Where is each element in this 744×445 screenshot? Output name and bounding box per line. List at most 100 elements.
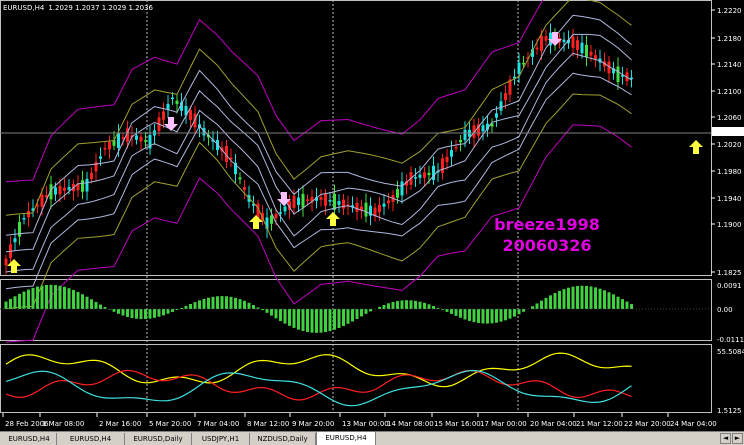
- osc-bar: [283, 309, 287, 324]
- price-axis-label: 1.2020: [717, 141, 742, 149]
- chart-tab[interactable]: NZDUSD,Daily: [250, 433, 316, 445]
- osc-bar: [31, 287, 35, 309]
- candle-body: [544, 36, 548, 41]
- osc-bar: [333, 309, 336, 330]
- osc-bar: [148, 309, 152, 319]
- candle-body: [108, 141, 111, 150]
- osc-bar: [346, 309, 350, 324]
- osc-bar: [612, 294, 615, 309]
- osc-bar: [540, 300, 543, 309]
- candle-body: [319, 197, 323, 200]
- osc-bar: [517, 309, 521, 315]
- indicator-axis-label: 55.5084: [717, 348, 744, 356]
- osc-bar: [117, 309, 120, 314]
- candle-body: [540, 35, 543, 51]
- osc-bar: [463, 309, 467, 320]
- candle-body: [18, 222, 21, 237]
- candle-body: [333, 193, 336, 210]
- osc-bar: [202, 298, 206, 309]
- chart-header: EURUSD,H4 1.2029 1.2037 1.2029 1.2036: [3, 4, 154, 12]
- candle-body: [189, 110, 192, 120]
- osc-bar: [607, 292, 611, 309]
- osc-bar: [252, 305, 255, 309]
- osc-bar: [558, 290, 561, 309]
- osc-bar: [81, 294, 84, 309]
- candle-body: [283, 206, 287, 212]
- osc-bar: [121, 309, 125, 316]
- candle-body: [27, 210, 30, 218]
- tab-scroll-left-button[interactable]: ◄: [720, 433, 731, 444]
- candle-body: [171, 97, 174, 100]
- candle-body: [450, 150, 453, 157]
- time-axis-label: 21 Mar 12:00: [576, 420, 623, 428]
- price-pane[interactable]: [0, 0, 712, 276]
- osc-bar: [400, 300, 404, 309]
- candle-body: [63, 187, 66, 191]
- osc-bar: [4, 301, 8, 309]
- time-axis-label: 24 Mar 04:00: [670, 420, 717, 428]
- osc-bar: [94, 301, 98, 309]
- osc-bar: [54, 285, 57, 309]
- candle-body: [382, 203, 386, 207]
- candle-body: [117, 132, 120, 148]
- band-line: [5, 72, 632, 290]
- chart-tab[interactable]: EURUSD,H4: [57, 433, 125, 445]
- osc-bar: [544, 297, 548, 309]
- osc-bar: [598, 288, 602, 309]
- chart-tab[interactable]: EURUSD,Daily: [125, 433, 192, 445]
- osc-bar: [621, 299, 624, 309]
- band-line: [5, 0, 632, 216]
- osc-bar: [63, 286, 66, 309]
- candle-body: [387, 200, 390, 204]
- band-line: [5, 93, 632, 310]
- osc-bar: [166, 309, 170, 314]
- osc-bar: [243, 300, 246, 309]
- chart-tab[interactable]: EURUSD,H4: [316, 432, 376, 445]
- price-axis-label: 1.2140: [717, 61, 742, 69]
- chart-tab[interactable]: EURUSD,H4: [2, 433, 57, 445]
- chart-canvas[interactable]: EURUSD,H4 1.2029 1.2037 1.2029 1.2036 bree…: [0, 0, 744, 431]
- candle-body: [459, 139, 462, 143]
- osc-bar: [162, 309, 165, 316]
- osc-bar: [297, 309, 300, 330]
- candle-body: [301, 193, 305, 208]
- osc-bar: [90, 299, 93, 309]
- osc-bar: [396, 301, 399, 309]
- osc-bar: [198, 300, 201, 309]
- candle-body: [562, 39, 566, 43]
- osc-bar: [337, 309, 341, 329]
- candle-body: [454, 147, 458, 149]
- candle-body: [463, 129, 467, 141]
- osc-bar: [319, 309, 323, 333]
- osc-bar: [216, 296, 219, 309]
- chart-tab[interactable]: USDJPY,H1: [192, 433, 250, 445]
- osc-bar: [616, 296, 620, 309]
- tab-scroll-right-button[interactable]: ►: [732, 433, 743, 444]
- osc-bar: [193, 302, 197, 309]
- osc-bar: [229, 296, 233, 309]
- time-axis-label: 2 Mar 16:00: [99, 420, 141, 428]
- osc-bar: [270, 309, 273, 316]
- candle-body: [418, 174, 422, 178]
- candle-body: [589, 51, 593, 56]
- osc-bar: [279, 309, 282, 322]
- candle-body: [144, 140, 147, 142]
- osc-bar: [342, 309, 345, 327]
- osc-bar: [549, 295, 552, 309]
- price-axis-label: 1.2060: [717, 114, 742, 122]
- osc-bar: [562, 289, 566, 309]
- osc-bar: [355, 309, 359, 319]
- candle-body: [58, 185, 62, 195]
- candle-body: [481, 125, 485, 132]
- candle-body: [355, 202, 359, 212]
- candle-body: [67, 186, 71, 190]
- watermark-line2: 20060326: [502, 236, 591, 255]
- osc-bar: [364, 309, 368, 314]
- time-axis-label: 8 Mar 12:00: [247, 420, 289, 428]
- candle-body: [364, 202, 368, 217]
- candle-body: [135, 135, 138, 140]
- chart-window[interactable]: EURUSD,H4 1.2029 1.2037 1.2029 1.2036 bree…: [0, 0, 744, 431]
- price-axis-label: 1.2100: [717, 88, 742, 96]
- osc-bar: [40, 285, 44, 309]
- candle-body: [81, 180, 84, 192]
